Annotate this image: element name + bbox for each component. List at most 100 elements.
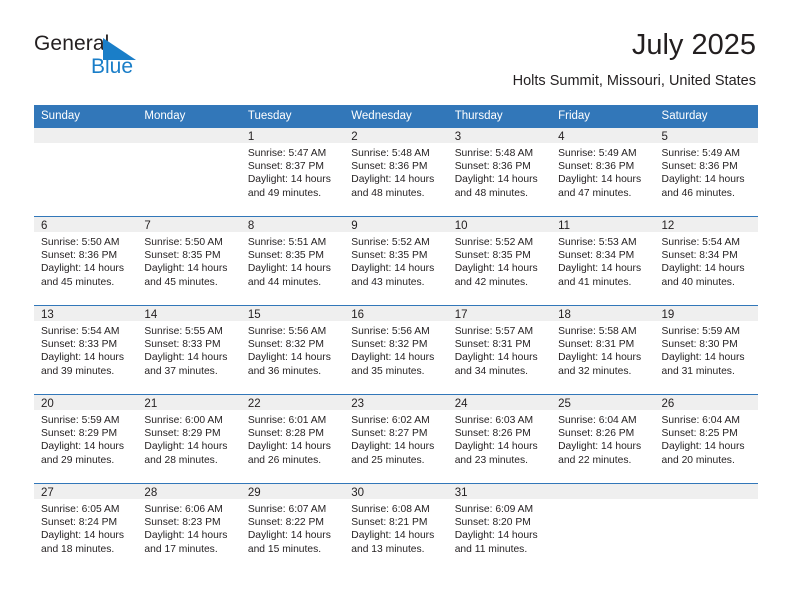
day-number: 13 <box>34 306 138 321</box>
daylight-text-line2: and 18 minutes. <box>41 543 115 555</box>
sunset-text: Sunset: 8:36 PM <box>558 161 635 173</box>
sunset-text: Sunset: 8:33 PM <box>41 339 118 351</box>
calendar-day-cell[interactable]: 20 Sunrise: 5:59 AM Sunset: 8:29 PM Dayligh… <box>34 394 138 484</box>
daylight-text-line1: Daylight: 14 hours <box>661 263 745 275</box>
daylight-text-line2: and 47 minutes. <box>558 187 632 199</box>
calendar-day-cell[interactable]: 31 Sunrise: 6:09 AM Sunset: 8:20 PM Dayligh… <box>447 483 552 572</box>
day-number: 9 <box>344 217 448 232</box>
calendar-day-cell[interactable]: 25 Sunrise: 6:04 AM Sunset: 8:26 PM Dayligh… <box>551 394 655 484</box>
day-number: 22 <box>240 395 345 410</box>
sunset-text: Sunset: 8:36 PM <box>351 161 428 173</box>
daylight-text-line1: Daylight: 14 hours <box>247 263 331 275</box>
day-details: Sunrise: 5:50 AM Sunset: 8:35 PM Daylight:… <box>137 232 240 289</box>
daylight-text-line1: Daylight: 14 hours <box>661 174 745 186</box>
sunset-text: Sunset: 8:28 PM <box>247 428 324 440</box>
location-subtitle: Holts Summit, Missouri, United States <box>512 73 756 89</box>
calendar-day-cell[interactable]: 17 Sunrise: 5:57 AM Sunset: 8:31 PM Dayligh… <box>447 305 552 395</box>
sunrise-text: Sunrise: 5:48 AM <box>454 148 534 159</box>
day-details: Sunrise: 6:00 AM Sunset: 8:29 PM Daylight:… <box>137 410 240 467</box>
calendar-day-cell[interactable]: 15 Sunrise: 5:56 AM Sunset: 8:32 PM Dayligh… <box>240 305 345 395</box>
calendar-page: General Blue July 2025 Holts Summit, Mis… <box>0 0 792 612</box>
calendar-day-cell[interactable]: 22 Sunrise: 6:01 AM Sunset: 8:28 PM Dayligh… <box>240 394 345 484</box>
calendar-day-cell[interactable]: 13 Sunrise: 5:54 AM Sunset: 8:33 PM Dayligh… <box>34 305 138 395</box>
calendar-day-cell[interactable]: 1 Sunrise: 5:47 AM Sunset: 8:37 PM Daylight… <box>240 128 345 217</box>
calendar-day-cell[interactable]: 8 Sunrise: 5:51 AM Sunset: 8:35 PM Daylight… <box>240 216 345 306</box>
calendar-day-cell[interactable]: 12 Sunrise: 5:54 AM Sunset: 8:34 PM Dayligh… <box>654 216 758 306</box>
sunrise-text: Sunrise: 6:08 AM <box>351 504 430 515</box>
daylight-text-line2: and 34 minutes. <box>454 365 528 377</box>
generalblue-logo[interactable]: General Blue <box>34 32 214 82</box>
weekday-header-friday: Friday <box>551 105 655 128</box>
calendar-day-cell[interactable]: 9 Sunrise: 5:52 AM Sunset: 8:35 PM Daylight… <box>344 216 448 306</box>
calendar-day-cell[interactable]: 27 Sunrise: 6:05 AM Sunset: 8:24 PM Dayligh… <box>34 483 138 572</box>
calendar-week-row: 20 Sunrise: 5:59 AM Sunset: 8:29 PM Dayligh… <box>34 394 758 484</box>
day-number: 11 <box>551 217 655 232</box>
day-details: Sunrise: 6:01 AM Sunset: 8:28 PM Daylight:… <box>241 410 344 467</box>
calendar-week-row: 6 Sunrise: 5:50 AM Sunset: 8:36 PM Daylight… <box>34 216 758 306</box>
calendar-day-cell[interactable]: 2 Sunrise: 5:48 AM Sunset: 8:36 PM Daylight… <box>344 128 448 217</box>
daylight-text-line2: and 48 minutes. <box>454 187 528 199</box>
daylight-text-line2: and 41 minutes. <box>558 276 632 288</box>
calendar-day-cell[interactable]: 24 Sunrise: 6:03 AM Sunset: 8:26 PM Dayligh… <box>447 394 552 484</box>
calendar-day-cell[interactable]: 6 Sunrise: 5:50 AM Sunset: 8:36 PM Daylight… <box>34 216 138 306</box>
day-number: 12 <box>654 217 758 232</box>
calendar-day-cell[interactable]: 29 Sunrise: 6:07 AM Sunset: 8:22 PM Dayligh… <box>240 483 345 572</box>
daylight-text-line1: Daylight: 14 hours <box>41 530 124 542</box>
day-number: 3 <box>447 128 552 143</box>
daylight-text-line1: Daylight: 14 hours <box>558 441 642 453</box>
calendar-day-cell[interactable]: 5 Sunrise: 5:49 AM Sunset: 8:36 PM Daylight… <box>654 128 758 217</box>
sunrise-text: Sunrise: 5:51 AM <box>247 237 327 248</box>
calendar-day-cell[interactable]: 3 Sunrise: 5:48 AM Sunset: 8:36 PM Daylight… <box>447 128 552 217</box>
sunset-text: Sunset: 8:27 PM <box>351 428 428 440</box>
daylight-text-line1: Daylight: 14 hours <box>144 263 228 275</box>
daylight-text-line2: and 22 minutes. <box>558 454 632 466</box>
calendar-day-cell[interactable]: 26 Sunrise: 6:04 AM Sunset: 8:25 PM Dayligh… <box>654 394 758 484</box>
calendar-body: 1 Sunrise: 5:47 AM Sunset: 8:37 PM Daylight… <box>34 128 758 572</box>
calendar-day-cell[interactable]: 16 Sunrise: 5:56 AM Sunset: 8:32 PM Dayligh… <box>344 305 448 395</box>
day-details: Sunrise: 6:04 AM Sunset: 8:26 PM Daylight:… <box>551 410 654 467</box>
day-details: Sunrise: 6:07 AM Sunset: 8:22 PM Daylight:… <box>241 499 344 556</box>
day-number <box>654 484 758 499</box>
daylight-text-line2: and 44 minutes. <box>247 276 322 288</box>
day-number: 21 <box>137 395 241 410</box>
daylight-text-line2: and 49 minutes. <box>247 187 322 199</box>
calendar-day-cell[interactable]: 21 Sunrise: 6:00 AM Sunset: 8:29 PM Dayligh… <box>137 394 241 484</box>
calendar-day-cell[interactable]: 7 Sunrise: 5:50 AM Sunset: 8:35 PM Daylight… <box>137 216 241 306</box>
daylight-text-line1: Daylight: 14 hours <box>558 263 642 275</box>
calendar-day-cell[interactable]: 23 Sunrise: 6:02 AM Sunset: 8:27 PM Dayligh… <box>344 394 448 484</box>
calendar-day-cell[interactable]: 18 Sunrise: 5:58 AM Sunset: 8:31 PM Dayligh… <box>551 305 655 395</box>
day-number: 5 <box>654 128 758 143</box>
calendar-day-cell[interactable]: 11 Sunrise: 5:53 AM Sunset: 8:34 PM Dayligh… <box>551 216 655 306</box>
weekday-header-tuesday: Tuesday <box>240 105 345 128</box>
calendar-day-cell[interactable]: 19 Sunrise: 5:59 AM Sunset: 8:30 PM Dayligh… <box>654 305 758 395</box>
daylight-text-line1: Daylight: 14 hours <box>558 174 642 186</box>
day-details: Sunrise: 5:56 AM Sunset: 8:32 PM Daylight:… <box>241 321 344 378</box>
calendar-day-cell[interactable]: 10 Sunrise: 5:52 AM Sunset: 8:35 PM Dayligh… <box>447 216 552 306</box>
weekday-header-sunday: Sunday <box>34 105 138 128</box>
sunrise-text: Sunrise: 5:54 AM <box>41 326 120 337</box>
day-number: 23 <box>344 395 448 410</box>
day-number <box>551 484 655 499</box>
calendar-day-cell[interactable]: 30 Sunrise: 6:08 AM Sunset: 8:21 PM Dayligh… <box>344 483 448 572</box>
weekday-header-monday: Monday <box>137 105 241 128</box>
day-number: 19 <box>654 306 758 321</box>
sunrise-text: Sunrise: 6:04 AM <box>661 415 740 426</box>
sunrise-text: Sunrise: 6:03 AM <box>454 415 534 426</box>
sunrise-text: Sunrise: 5:57 AM <box>454 326 534 337</box>
day-number <box>137 128 241 143</box>
calendar-day-cell[interactable]: 14 Sunrise: 5:55 AM Sunset: 8:33 PM Dayligh… <box>137 305 241 395</box>
daylight-text-line1: Daylight: 14 hours <box>351 352 435 364</box>
sunrise-text: Sunrise: 5:58 AM <box>558 326 637 337</box>
day-number: 29 <box>240 484 345 499</box>
calendar-day-cell[interactable]: 4 Sunrise: 5:49 AM Sunset: 8:36 PM Daylight… <box>551 128 655 217</box>
sunrise-text: Sunrise: 5:53 AM <box>558 237 637 248</box>
sunset-text: Sunset: 8:35 PM <box>454 250 531 262</box>
sunrise-text: Sunrise: 5:47 AM <box>247 148 327 159</box>
day-details: Sunrise: 6:04 AM Sunset: 8:25 PM Daylight:… <box>655 410 758 467</box>
calendar-day-cell-empty <box>654 483 758 572</box>
sunrise-text: Sunrise: 5:50 AM <box>41 237 120 248</box>
sunrise-text: Sunrise: 5:48 AM <box>351 148 430 159</box>
calendar-day-cell[interactable]: 28 Sunrise: 6:06 AM Sunset: 8:23 PM Dayligh… <box>137 483 241 572</box>
sunrise-text: Sunrise: 5:59 AM <box>661 326 740 337</box>
sunset-text: Sunset: 8:22 PM <box>247 517 324 529</box>
